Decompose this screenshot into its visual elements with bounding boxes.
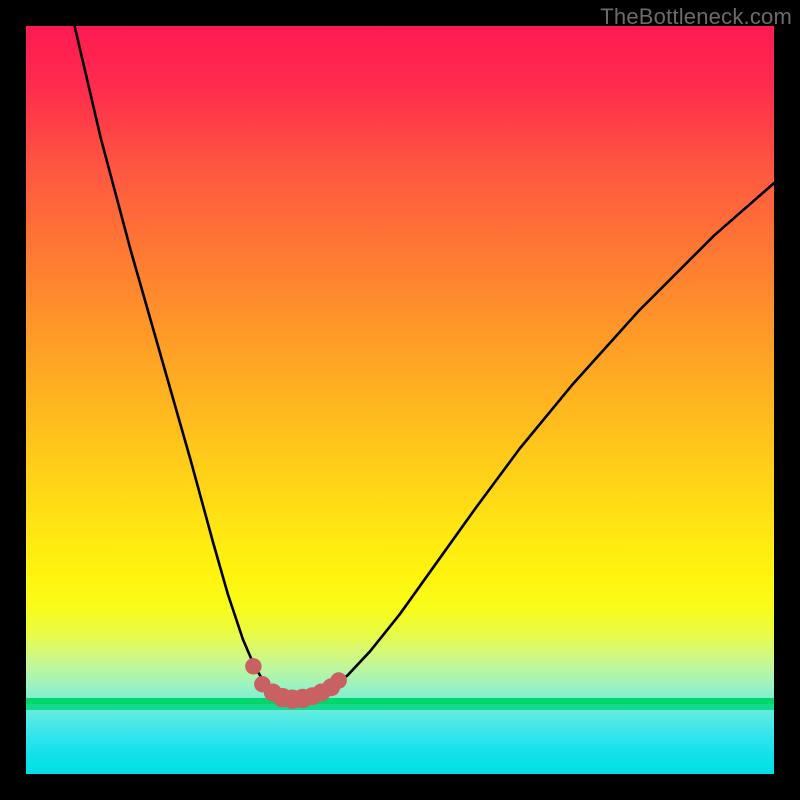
curve-line: [75, 26, 774, 699]
bottleneck-curve: [26, 26, 774, 774]
curve-markers: [245, 658, 347, 709]
chart-frame: [26, 26, 774, 774]
curve-marker: [330, 672, 346, 688]
curve-marker: [245, 658, 261, 674]
watermark-text: TheBottleneck.com: [600, 4, 792, 30]
